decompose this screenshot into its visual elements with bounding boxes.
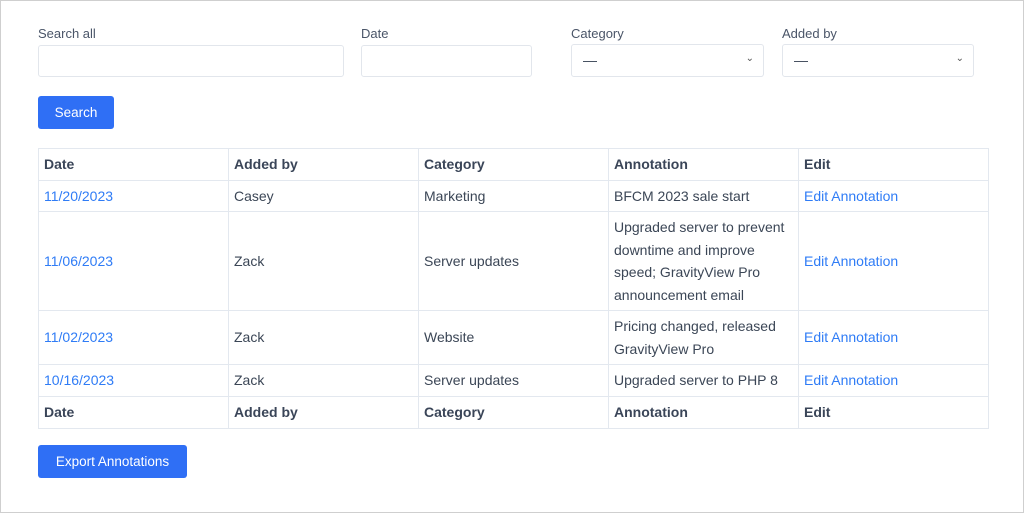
table-row: 10/16/2023 Zack Server updates Upgraded …	[38, 364, 989, 397]
added-by-selected-value: —	[794, 52, 808, 68]
date-link[interactable]: 10/16/2023	[44, 372, 114, 388]
header-added-by[interactable]: Added by	[228, 148, 419, 181]
added-by-select[interactable]: — ⌄	[782, 44, 974, 77]
date-link[interactable]: 11/06/2023	[44, 253, 113, 269]
category-cell: Website	[418, 310, 609, 365]
annotation-cell: Upgraded server to PHP 8	[608, 364, 799, 397]
added-by-label: Added by	[782, 26, 837, 41]
added-by-cell: Zack	[228, 211, 419, 311]
chevron-down-icon: ⌄	[955, 53, 964, 64]
annotation-cell: Upgraded server to prevent downtime and …	[608, 211, 799, 311]
table-header-row: Date Added by Category Annotation Edit	[38, 148, 989, 181]
edit-annotation-link[interactable]: Edit Annotation	[804, 253, 898, 269]
footer-category: Category	[418, 396, 609, 429]
footer-annotation: Annotation	[608, 396, 799, 429]
annotation-cell: BFCM 2023 sale start	[608, 180, 799, 212]
edit-annotation-link[interactable]: Edit Annotation	[804, 329, 898, 345]
footer-edit: Edit	[798, 396, 989, 429]
footer-added-by: Added by	[228, 396, 419, 429]
annotation-cell: Pricing changed, released GravityView Pr…	[608, 310, 799, 365]
added-by-cell: Zack	[228, 364, 419, 397]
footer-date: Date	[38, 396, 229, 429]
date-input[interactable]	[361, 45, 532, 77]
category-cell: Marketing	[418, 180, 609, 212]
export-annotations-button[interactable]: Export Annotations	[38, 445, 187, 478]
date-link[interactable]: 11/02/2023	[44, 329, 113, 345]
header-category[interactable]: Category	[418, 148, 609, 181]
date-link[interactable]: 11/20/2023	[44, 188, 113, 204]
annotations-table: Date Added by Category Annotation Edit 1…	[38, 148, 989, 429]
category-selected-value: —	[583, 52, 597, 68]
search-all-input[interactable]	[38, 45, 344, 77]
edit-annotation-link[interactable]: Edit Annotation	[804, 188, 898, 204]
added-by-cell: Casey	[228, 180, 419, 212]
category-cell: Server updates	[418, 364, 609, 397]
header-annotation[interactable]: Annotation	[608, 148, 799, 181]
header-date[interactable]: Date	[38, 148, 229, 181]
date-label: Date	[361, 26, 389, 41]
search-button[interactable]: Search	[38, 96, 114, 129]
category-cell: Server updates	[418, 211, 609, 311]
category-select[interactable]: — ⌄	[571, 44, 764, 77]
category-label: Category	[571, 26, 624, 41]
table-row: 11/02/2023 Zack Website Pricing changed,…	[38, 310, 989, 365]
chevron-down-icon: ⌄	[745, 53, 754, 64]
added-by-cell: Zack	[228, 310, 419, 365]
edit-annotation-link[interactable]: Edit Annotation	[804, 372, 898, 388]
header-edit: Edit	[798, 148, 989, 181]
table-footer-row: Date Added by Category Annotation Edit	[38, 396, 989, 429]
table-row: 11/20/2023 Casey Marketing BFCM 2023 sal…	[38, 180, 989, 212]
search-all-label: Search all	[38, 26, 96, 41]
table-row: 11/06/2023 Zack Server updates Upgraded …	[38, 211, 989, 311]
